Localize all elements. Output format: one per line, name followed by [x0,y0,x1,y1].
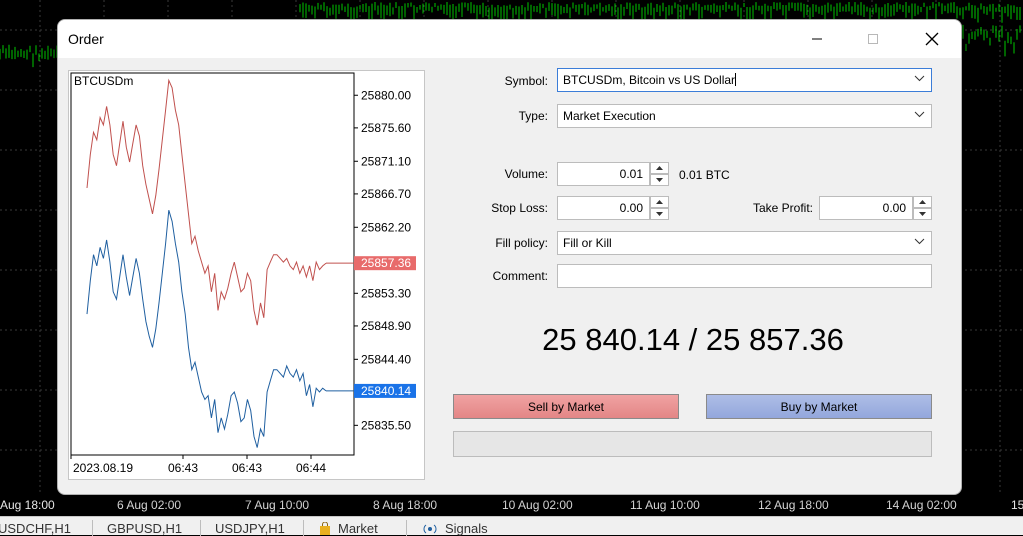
take-profit-input[interactable]: 0.00 [819,196,913,220]
time-axis-label: Aug 18:00 [0,498,55,512]
type-label: Type: [518,109,548,123]
symbol-label: Symbol: [504,74,548,88]
comment-label: Comment: [492,269,548,283]
x-tick-label: 06:44 [296,461,326,475]
signal-broadcast-icon [423,524,437,534]
y-tick-label: 25835.50 [361,418,411,432]
dialog-titlebar: Order [58,20,961,58]
tab-signals[interactable]: Signals [421,521,488,536]
tab-market-label: Market [338,521,378,536]
x-tick-label: 06:43 [232,461,262,475]
maximize-icon [868,34,878,44]
take-profit-stepper [913,196,932,220]
caret-down-icon [656,212,663,216]
volume-unit: 0.01 BTC [679,168,730,182]
time-axis-label: 10 Aug 02:00 [502,498,573,512]
tab-usdchf[interactable]: USDCHF,H1 [0,521,71,536]
y-tick-label: 25875.60 [361,121,411,135]
take-profit-up-button[interactable] [913,196,932,208]
chevron-down-icon [914,238,925,245]
dialog-title: Order [68,31,104,47]
shopping-bag-icon [320,521,330,535]
price-tag-label: 25840.14 [361,384,411,398]
tick-chart-svg: BTCUSDm 25880.00 25875.60 25871.10 25866.70 2… [70,72,416,475]
time-axis-label: 8 Aug 18:00 [373,498,438,512]
minimize-icon [812,38,822,40]
x-tick-label: 2023.08.19 [73,461,133,475]
y-tick-label: 25866.70 [361,187,411,201]
price-tag-label: 25857.36 [361,256,411,270]
caret-up-icon [656,200,663,204]
bid-ask-price: 25 840.14 / 25 857.36 [542,322,844,357]
caret-down-icon [919,212,926,216]
chart-title: BTCUSDm [74,74,133,88]
volume-label: Volume: [504,167,548,181]
stop-loss-down-button[interactable] [650,208,669,220]
time-axis-label: 15 [1011,498,1023,512]
y-tick-label: 25871.10 [361,154,411,168]
chart-tab-bar: USDCHF,H1 GBPUSD,H1 USDJPY,H1 Market Sig… [0,516,1023,536]
time-axis-label: 7 Aug 10:00 [245,498,310,512]
fill-policy-label: Fill policy: [495,236,548,250]
chevron-down-icon [914,75,925,82]
order-dialog: Order BTCUSDm 25880.00 25875.60 25871.10 258… [57,19,962,495]
take-profit-down-button[interactable] [913,208,932,220]
close-icon [925,32,939,46]
y-tick-label: 25848.90 [361,319,411,333]
caret-down-icon [656,178,663,182]
stop-loss-up-button[interactable] [650,196,669,208]
maximize-button[interactable] [850,20,896,58]
volume-input[interactable]: 0.01 [557,162,650,186]
fill-policy-value: Fill or Kill [563,236,612,250]
tick-chart: BTCUSDm 25880.00 25875.60 25871.10 25866.70 2… [68,70,425,480]
fill-policy-select[interactable]: Fill or Kill [557,231,932,255]
y-tick-label: 25880.00 [361,88,411,102]
time-axis-label: 14 Aug 02:00 [886,498,957,512]
type-select[interactable]: Market Execution [557,104,932,128]
buy-by-market-button[interactable]: Buy by Market [706,394,932,419]
tab-gbpusd[interactable]: GBPUSD,H1 [107,521,182,536]
stop-loss-input[interactable]: 0.00 [557,196,650,220]
volume-stepper [650,162,669,186]
caret-up-icon [919,200,926,204]
tab-market[interactable]: Market [318,521,378,536]
comment-input[interactable] [557,264,932,288]
time-axis-label: 11 Aug 10:00 [630,498,700,512]
close-button[interactable] [909,20,955,58]
time-axis-label: 6 Aug 02:00 [117,498,182,512]
tab-signals-label: Signals [445,521,488,536]
sell-by-market-button[interactable]: Sell by Market [453,394,679,419]
caret-up-icon [656,166,663,170]
time-axis-label: 12 Aug 18:00 [758,498,829,512]
take-profit-label: Take Profit: [752,201,813,215]
tab-usdjpy[interactable]: USDJPY,H1 [215,521,285,536]
symbol-select[interactable]: BTCUSDm, Bitcoin vs US Dollar [557,68,932,92]
y-tick-label: 25844.40 [361,352,411,366]
stop-loss-label: Stop Loss: [491,201,548,215]
stop-loss-stepper [650,196,669,220]
y-tick-label: 25853.30 [361,286,411,300]
minimize-button[interactable] [794,20,840,58]
type-value: Market Execution [563,109,656,123]
volume-up-button[interactable] [650,162,669,174]
background-time-axis: Aug 18:00 6 Aug 02:00 7 Aug 10:00 8 Aug … [0,494,1023,514]
volume-down-button[interactable] [650,174,669,186]
order-progress-bar [453,431,932,457]
x-tick-label: 06:43 [168,461,198,475]
symbol-value: BTCUSDm, Bitcoin vs US Dollar [563,73,736,87]
y-tick-label: 25862.20 [361,220,411,234]
chevron-down-icon [914,111,925,118]
